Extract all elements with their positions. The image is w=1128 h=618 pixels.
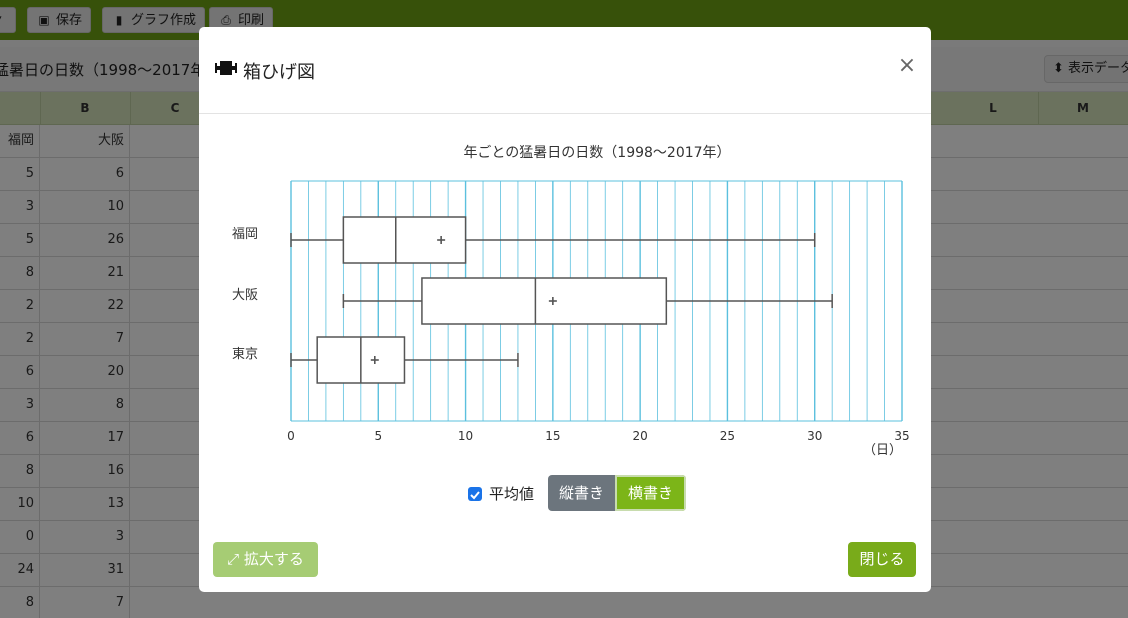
expand-icon: ⤢ [227, 550, 240, 568]
box-iqr [421, 277, 668, 325]
mean-label[interactable]: 平均値 [489, 483, 534, 504]
category-label: 福岡 [232, 227, 258, 242]
horizontal-button[interactable]: 横書き [615, 475, 686, 511]
mean-checkbox[interactable] [468, 487, 482, 501]
boxplot-chart: 年ごとの猛暑日の日数（1998〜2017年） 0 5 10 15 20 25 30 35 福岡… [232, 145, 910, 458]
x-tick-label: 35 [894, 429, 909, 443]
expand-button[interactable]: ⤢ 拡大する [213, 542, 318, 577]
boxplot-icon [215, 61, 237, 75]
box-iqr [342, 216, 467, 264]
vertical-button[interactable]: 縦書き [548, 475, 615, 511]
x-tick-label: 10 [458, 429, 473, 443]
chart-options: 平均値 縦書き 横書き [199, 475, 931, 515]
x-tick-label: 15 [545, 429, 560, 443]
close-button[interactable]: 閉じる [848, 542, 916, 577]
x-axis-label: （日） [863, 443, 902, 458]
category-label: 大阪 [232, 288, 258, 303]
x-tick-label: 0 [287, 429, 295, 443]
boxplot-modal: 箱ひげ図 × 年ごとの猛暑日の日数（1998〜2017年） 0 5 10 15 20 25… [199, 27, 931, 592]
x-tick-label: 30 [807, 429, 822, 443]
modal-header: 箱ひげ図 × [199, 27, 931, 114]
checkmark-icon [470, 491, 480, 500]
x-axis-ticks: 0 5 10 15 20 25 30 35 [287, 429, 909, 443]
modal-title: 箱ひげ図 [243, 62, 315, 83]
x-tick-label: 25 [720, 429, 735, 443]
x-tick-label: 5 [374, 429, 382, 443]
category-label: 東京 [232, 346, 258, 362]
close-icon[interactable]: × [897, 55, 917, 79]
orientation-toggle: 縦書き 横書き [548, 475, 686, 511]
box-series: 福岡大阪東京 [232, 216, 833, 384]
x-tick-label: 20 [633, 429, 648, 443]
chart-title: 年ごとの猛暑日の日数（1998〜2017年） [463, 145, 730, 161]
